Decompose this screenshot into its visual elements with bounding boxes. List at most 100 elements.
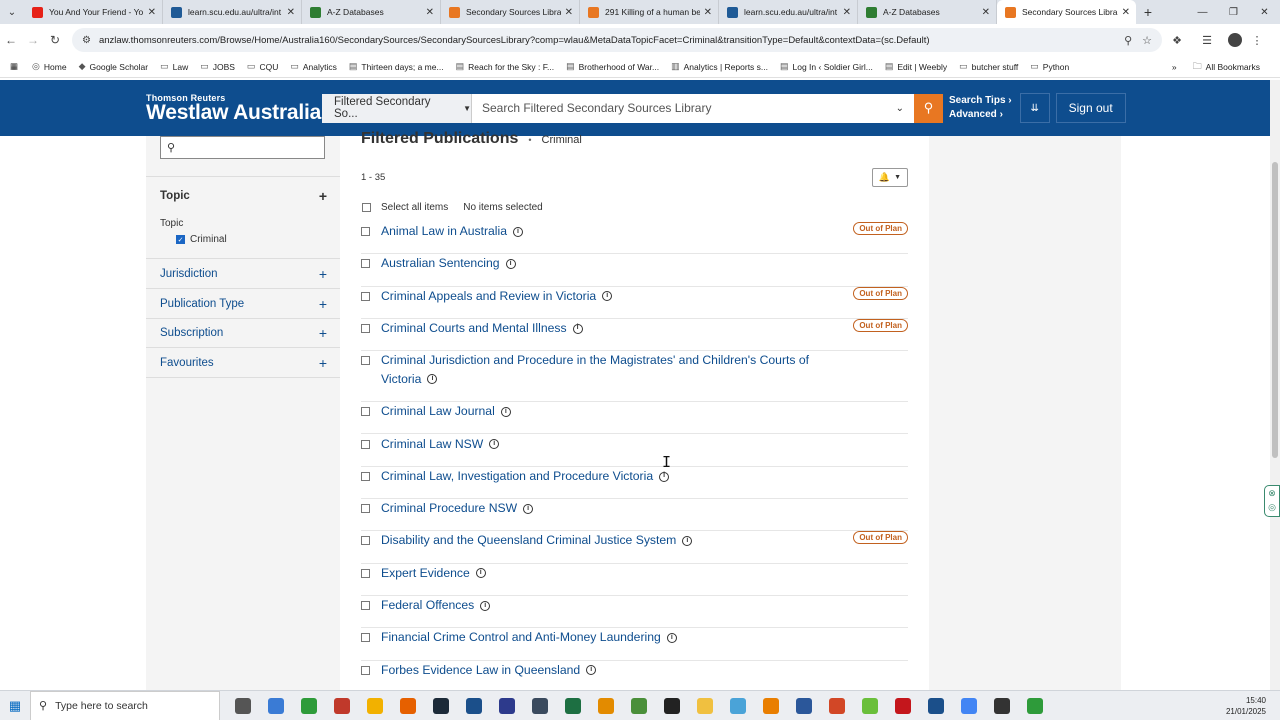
taskbar-app[interactable] [358,691,391,720]
publication-title[interactable]: Federal Offences [381,598,474,612]
publication-link[interactable]: Australian Sentencing i [381,254,821,273]
close-tab-icon[interactable]: ✕ [704,7,712,18]
info-icon[interactable]: i [489,439,500,450]
info-icon[interactable]: i [682,536,693,547]
site-info-icon[interactable]: ⚙ [82,35,91,46]
select-all-label[interactable]: Select all items [381,202,448,213]
publication-title[interactable]: Criminal Jurisdiction and Procedure in t… [381,353,809,386]
bookmark-item[interactable]: ▭ JOBS [200,61,235,72]
info-icon[interactable]: i [586,665,597,676]
publication-title[interactable]: Forbes Evidence Law in Queensland [381,663,580,677]
bookmark-item[interactable]: ◎ Home [32,61,67,72]
tab-search-icon[interactable]: ⌄ [0,0,24,24]
item-checkbox[interactable] [361,601,370,610]
facet-jurisdiction[interactable]: Jurisdiction + [160,266,327,282]
browser-tab[interactable]: learn.scu.edu.au/ultra/int ✕ [163,0,302,24]
checkbox-checked-icon[interactable]: ✓ [176,235,185,244]
bookmark-item[interactable]: ▤ Reach for the Sky : F... [456,61,555,72]
plus-icon[interactable]: + [319,296,327,312]
publication-link[interactable]: Forbes Evidence Law in Queensland i [381,661,821,680]
taskbar-app[interactable] [919,691,952,720]
publication-title[interactable]: Financial Crime Control and Anti-Money L… [381,630,661,644]
info-icon[interactable]: i [475,568,486,579]
close-tab-icon[interactable]: ✕ [843,7,851,18]
taskbar-app[interactable] [325,691,358,720]
windows-start-icon[interactable]: ▦ [0,698,30,714]
bookmark-item[interactable]: ▤ Log In ‹ Soldier Girl... [780,61,873,72]
plus-icon[interactable]: + [319,266,327,282]
close-tab-icon[interactable]: ✕ [565,7,573,18]
taskbar-app[interactable] [1018,691,1051,720]
profile-avatar[interactable] [1228,33,1242,47]
close-tab-icon[interactable]: ✕ [287,7,295,18]
taskbar-app[interactable] [886,691,919,720]
close-icon[interactable]: ⊗ [1268,488,1276,498]
browser-tab[interactable]: A-Z Databases ✕ [858,0,997,24]
chevron-down-icon[interactable]: ⌄ [896,103,904,114]
info-icon[interactable]: i [572,323,583,334]
accessibility-widget[interactable]: ⊗ ◎ [1264,485,1280,517]
select-all-checkbox[interactable] [362,203,371,212]
item-checkbox[interactable] [361,356,370,366]
expand-menu-button[interactable]: ⇊ [1019,93,1050,123]
page-scrollbar[interactable] [1270,80,1280,690]
bookmark-item[interactable]: ▭ butcher stuff [959,61,1018,72]
plus-icon[interactable]: + [319,355,327,371]
url-bar[interactable]: ⚙ anzlaw.thomsonreuters.com/Browse/Home/… [72,28,1162,52]
browser-menu-icon[interactable]: ⋮ [1242,34,1272,47]
publication-link[interactable]: Criminal Law, Investigation and Procedur… [381,467,821,486]
item-checkbox[interactable] [361,536,370,546]
item-checkbox[interactable] [361,291,370,301]
item-checkbox[interactable] [361,407,370,417]
bookmark-item[interactable]: ▭ Python [1030,61,1069,72]
zoom-icon[interactable]: ⚲ [1124,34,1132,47]
new-tab-button[interactable]: + [1136,4,1160,20]
item-checkbox[interactable] [361,471,370,481]
info-icon[interactable]: i [602,291,613,302]
taskbar-app[interactable] [985,691,1018,720]
search-input[interactable]: Search Filtered Secondary Sources Librar… [472,93,914,123]
item-checkbox[interactable] [361,504,370,514]
browser-tab[interactable]: A-Z Databases ✕ [302,0,441,24]
publication-title[interactable]: Disability and the Queensland Criminal J… [381,533,676,547]
item-checkbox[interactable] [361,568,370,578]
sign-out-button[interactable]: Sign out [1055,93,1126,123]
taskbar-app[interactable] [556,691,589,720]
publication-link[interactable]: Federal Offences i [381,596,821,615]
facet-subscription[interactable]: Subscription + [160,325,327,341]
search-tips-link[interactable]: Search Tips › [949,94,1012,108]
publication-link[interactable]: Expert Evidence i [381,564,821,583]
publication-link[interactable]: Criminal Appeals and Review in Victoria i [381,287,821,306]
facet-favourites[interactable]: Favourites + [160,355,327,371]
publication-link[interactable]: Financial Crime Control and Anti-Money L… [381,628,821,647]
taskbar-app[interactable] [853,691,886,720]
info-icon[interactable]: i [500,406,511,417]
publication-link[interactable]: Criminal Jurisdiction and Procedure in t… [381,351,821,388]
publication-title[interactable]: Animal Law in Australia [381,224,507,238]
close-tab-icon[interactable]: ✕ [148,7,156,18]
taskbar-app[interactable] [655,691,688,720]
info-icon[interactable]: i [427,374,438,385]
item-checkbox[interactable] [361,439,370,449]
sidebar-search-input[interactable]: ⚲ [160,136,325,159]
publication-title[interactable]: Criminal Law, Investigation and Procedur… [381,469,653,483]
publication-title[interactable]: Criminal Appeals and Review in Victoria [381,289,596,303]
publication-link[interactable]: Animal Law in Australia i [381,222,821,241]
info-icon[interactable]: i [505,259,516,270]
taskbar-app[interactable] [523,691,556,720]
taskbar-app[interactable] [424,691,457,720]
taskbar-app[interactable] [589,691,622,720]
bookmark-star-icon[interactable]: ☆ [1142,34,1152,47]
bookmark-item[interactable]: ▤ Thirteen days; a me... [349,61,444,72]
taskbar-app[interactable] [226,691,259,720]
advanced-search-link[interactable]: Advanced › [949,108,1012,122]
browser-tab[interactable]: 291 Killing of a human be ✕ [580,0,719,24]
publication-link[interactable]: Criminal Courts and Mental Illness i [381,319,821,338]
reload-icon[interactable]: ↻ [44,33,66,47]
close-tab-icon[interactable]: ✕ [426,7,434,18]
bookmark-item[interactable]: ▥ Analytics | Reports s... [671,61,768,72]
taskbar-app[interactable] [754,691,787,720]
browser-tab[interactable]: You And Your Friend - Yo ✕ [24,0,163,24]
browser-tab[interactable]: Secondary Sources Library ✕ [441,0,580,24]
info-icon[interactable]: i [513,226,523,237]
